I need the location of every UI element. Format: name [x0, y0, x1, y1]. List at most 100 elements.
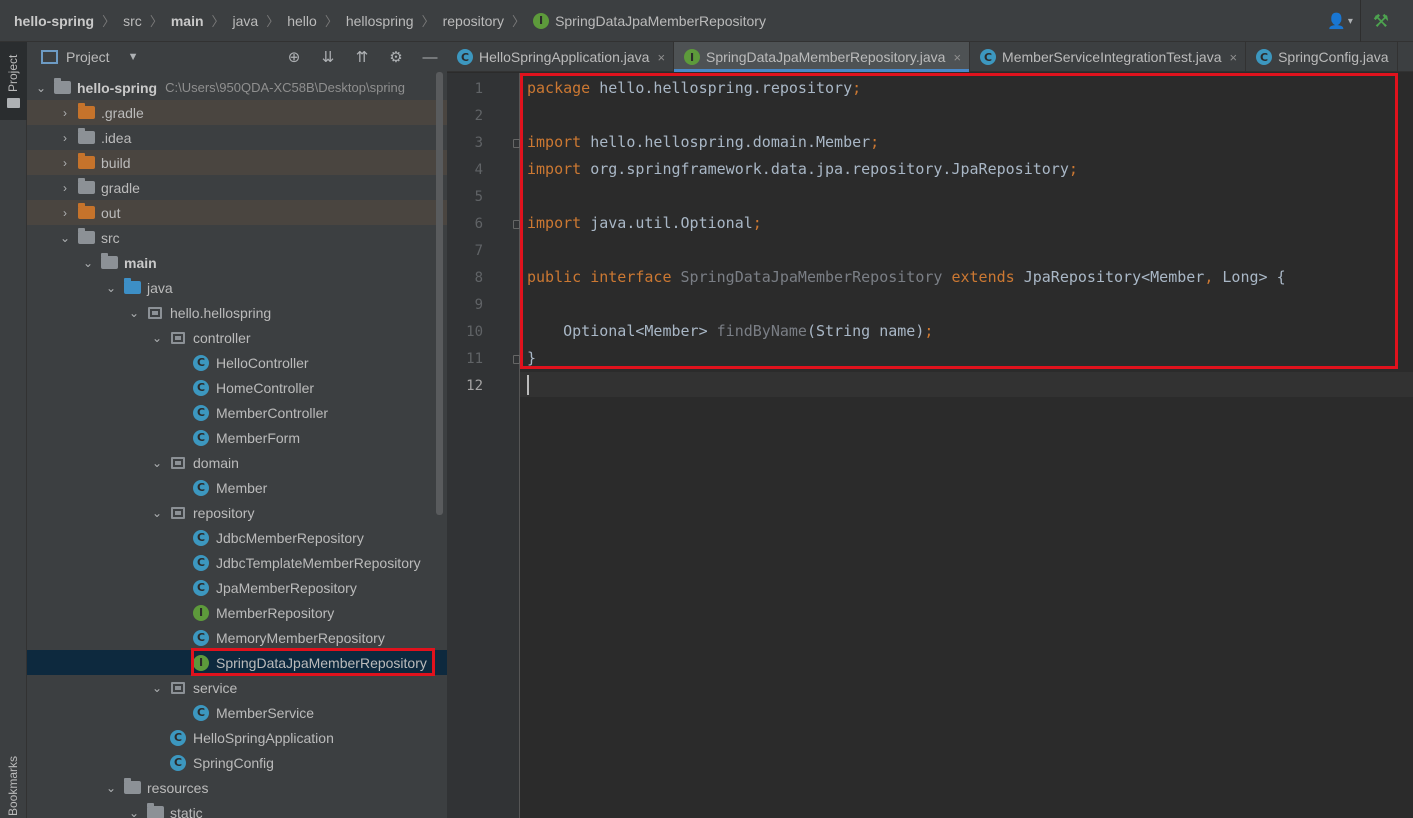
breadcrumb-item-main[interactable]: main [171, 13, 204, 29]
tab-label: SpringConfig.java [1278, 49, 1389, 65]
tree-item-domain[interactable]: ⌄ domain [27, 450, 447, 475]
class-icon: C [193, 629, 209, 646]
current-line-highlight [520, 372, 1413, 397]
breadcrumb-item-hello[interactable]: hello [287, 13, 317, 29]
chevron-down-icon[interactable]: ▼ [128, 51, 139, 63]
tree-item-memorymemberrepository[interactable]: C MemoryMemberRepository [27, 625, 447, 650]
fold-icon[interactable] [513, 355, 520, 364]
bookmarks-stripe-label[interactable]: Bookmarks [6, 756, 20, 816]
tree-item-jpamemberrepository[interactable]: C JpaMemberRepository [27, 575, 447, 600]
fold-icon[interactable] [513, 220, 520, 229]
tree-item-gradle[interactable]: › gradle [27, 175, 447, 200]
tree-item-java[interactable]: ⌄ java [27, 275, 447, 300]
expand-all-icon[interactable]: ⇊ [311, 42, 345, 72]
chevron-down-icon[interactable]: ⌄ [149, 331, 165, 345]
chevron-right-icon[interactable]: › [57, 206, 73, 220]
close-icon[interactable]: × [953, 50, 961, 65]
chevron-down-icon[interactable]: ⌄ [103, 281, 119, 295]
chevron-down-icon[interactable]: ⌄ [149, 506, 165, 520]
tree-item-controller[interactable]: ⌄ controller [27, 325, 447, 350]
chevron-down-icon[interactable]: ⌄ [149, 456, 165, 470]
navigation-bar: hello-spring 〉 src 〉 main 〉 java 〉 hello… [0, 0, 1413, 42]
tree-item-memberform[interactable]: C MemberForm [27, 425, 447, 450]
tree-item-label: build [101, 154, 131, 171]
line-number: 8 [474, 270, 483, 286]
project-panel: Project ▼ ⊕ ⇊ ⇈ ⚙ — ⌄ hello-spring C:\Us… [27, 42, 447, 818]
chevron-right-icon: 〉 [102, 14, 116, 29]
text-caret [527, 375, 529, 395]
chevron-down-icon[interactable]: ⌄ [126, 806, 142, 818]
tree-item-out[interactable]: › out [27, 200, 447, 225]
minimize-icon[interactable]: — [413, 42, 447, 72]
tree-item-springconfig[interactable]: C SpringConfig [27, 750, 447, 775]
spring-boot-class-icon: C [170, 729, 186, 746]
chevron-right-icon[interactable]: › [57, 106, 73, 120]
close-icon[interactable]: × [657, 50, 665, 65]
tab-memberserviceintegrationtest[interactable]: C MemberServiceIntegrationTest.java × [970, 42, 1247, 72]
class-icon: C [193, 704, 209, 721]
breadcrumb-item-hellospring[interactable]: hellospring [346, 13, 414, 29]
tab-hellospringapplication[interactable]: C HelloSpringApplication.java × [447, 42, 675, 72]
breadcrumb-item-src[interactable]: src [123, 13, 142, 29]
tree-item-resources[interactable]: ⌄ resources [27, 775, 447, 800]
tree-item-hello-hellospring[interactable]: ⌄ hello.hellospring [27, 300, 447, 325]
tree-item-label: JdbcMemberRepository [216, 529, 364, 546]
breadcrumb-item-project[interactable]: hello-spring [14, 13, 94, 29]
tab-springdatajpamemberrepository[interactable]: I SpringDataJpaMemberRepository.java × [674, 42, 971, 72]
close-icon[interactable]: × [1229, 50, 1237, 65]
chevron-down-icon[interactable]: ⌄ [126, 306, 142, 320]
highlight-box-tree-item [191, 648, 435, 676]
tree-item-gradle-hidden[interactable]: › .gradle [27, 100, 447, 125]
tree-item-jdbctemplatememberrepository[interactable]: C JdbcTemplateMemberRepository [27, 550, 447, 575]
tree-item-build[interactable]: › build [27, 150, 447, 175]
tree-item-membercontroller[interactable]: C MemberController [27, 400, 447, 425]
line-number: 1 [474, 81, 483, 97]
project-tool-button[interactable]: Project [0, 42, 27, 120]
locate-icon[interactable]: ⊕ [277, 42, 311, 72]
chevron-down-icon[interactable]: ⌄ [149, 681, 165, 695]
chevron-right-icon[interactable]: › [57, 156, 73, 170]
chevron-right-icon: 〉 [421, 14, 435, 29]
chevron-right-icon[interactable]: › [57, 131, 73, 145]
chevron-right-icon: 〉 [266, 14, 280, 29]
tree-item-jdbcmemberrepository[interactable]: C JdbcMemberRepository [27, 525, 447, 550]
tree-item-homecontroller[interactable]: C HomeController [27, 375, 447, 400]
hammer-icon[interactable]: ⚒ [1361, 0, 1401, 42]
collapse-all-icon[interactable]: ⇈ [345, 42, 379, 72]
project-panel-scrollbar[interactable] [436, 72, 443, 515]
tree-item-root[interactable]: ⌄ hello-spring C:\Users\950QDA-XC58B\Des… [27, 75, 447, 100]
breadcrumb-item-java[interactable]: java [233, 13, 259, 29]
tree-item-label: MemberRepository [216, 604, 335, 621]
project-stripe-label: Project [6, 54, 20, 92]
tree-item-static[interactable]: ⌄ static [27, 800, 447, 818]
breadcrumb-item-file[interactable]: SpringDataJpaMemberRepository [555, 13, 766, 29]
chevron-down-icon[interactable]: ⌄ [33, 81, 49, 95]
tree-item-service[interactable]: ⌄ service [27, 675, 447, 700]
interface-icon: I [193, 604, 209, 621]
gear-icon[interactable]: ⚙ [379, 42, 413, 72]
chevron-right-icon[interactable]: › [57, 181, 73, 195]
class-icon: C [1256, 49, 1273, 65]
tree-item-src[interactable]: ⌄ src [27, 225, 447, 250]
fold-icon[interactable] [513, 139, 520, 148]
tree-item-hellospringapplication[interactable]: C HelloSpringApplication [27, 725, 447, 750]
tree-item-label: hello.hellospring [170, 304, 272, 321]
tree-item-memberrepository[interactable]: I MemberRepository [27, 600, 447, 625]
tab-springconfig[interactable]: C SpringConfig.java [1246, 42, 1398, 72]
user-icon[interactable]: 👤 ▾ [1320, 0, 1360, 42]
tree-item-repository[interactable]: ⌄ repository [27, 500, 447, 525]
tree-item-member[interactable]: C Member [27, 475, 447, 500]
tree-item-main[interactable]: ⌄ main [27, 250, 447, 275]
module-folder-icon [53, 78, 71, 94]
project-panel-title[interactable]: Project [66, 49, 110, 65]
chevron-down-icon[interactable]: ⌄ [103, 781, 119, 795]
tree-item-idea[interactable]: › .idea [27, 125, 447, 150]
tree-item-label: HelloController [216, 354, 309, 371]
chevron-down-icon[interactable]: ⌄ [57, 231, 73, 245]
folder-icon [7, 98, 20, 108]
chevron-down-icon[interactable]: ⌄ [80, 256, 96, 270]
project-panel-header: Project ▼ ⊕ ⇊ ⇈ ⚙ — [27, 42, 447, 72]
breadcrumb-item-repository[interactable]: repository [443, 13, 504, 29]
tree-item-hellocontroller[interactable]: C HelloController [27, 350, 447, 375]
tree-item-memberservice[interactable]: C MemberService [27, 700, 447, 725]
